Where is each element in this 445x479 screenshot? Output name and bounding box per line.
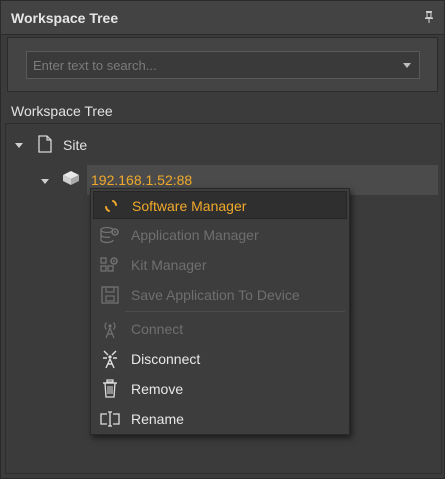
tree-node-site[interactable]: Site [13, 132, 313, 158]
tree-header-label: Workspace Tree [11, 103, 113, 119]
menu-separator [125, 311, 345, 312]
antenna-icon [104, 322, 116, 339]
context-menu: Software Manager Application Manager Kit… [90, 188, 350, 435]
save-icon [101, 286, 119, 304]
menu-item-kit-manager[interactable]: Kit Manager [93, 251, 347, 279]
device-label: 192.168.1.52:88 [91, 172, 193, 188]
pin-icon[interactable] [424, 11, 434, 23]
menu-item-application-manager[interactable]: Application Manager [93, 221, 347, 249]
rename-icon [100, 411, 120, 427]
panel-title: Workspace Tree [11, 10, 119, 26]
loading-icon [105, 200, 117, 212]
menu-item-connect[interactable]: Connect [93, 315, 347, 343]
grid-gear-icon [100, 257, 118, 272]
menu-item-label: Rename [131, 411, 184, 427]
menu-item-label: Save Application To Device [131, 287, 300, 303]
database-gear-icon [100, 226, 119, 244]
menu-item-software-manager[interactable]: Software Manager [93, 191, 347, 219]
menu-item-label: Kit Manager [131, 257, 207, 273]
trash-icon [103, 379, 117, 398]
menu-item-remove[interactable]: Remove [93, 375, 347, 403]
menu-item-save-application[interactable]: Save Application To Device [93, 281, 347, 309]
device-icon [63, 171, 79, 185]
site-label: Site [63, 137, 88, 153]
panel-title-bar: Workspace Tree [1, 1, 444, 35]
search-input[interactable] [27, 52, 397, 78]
chevron-down-icon[interactable] [403, 63, 411, 68]
workspace-tree-panel: Workspace Tree Workspace Tree Site [0, 0, 445, 479]
tree-header: Workspace Tree [5, 97, 442, 124]
menu-item-label: Connect [131, 321, 184, 337]
menu-item-label: Remove [131, 381, 184, 397]
document-icon [38, 135, 52, 153]
expand-arrow-icon[interactable] [41, 179, 49, 184]
menu-item-disconnect[interactable]: Disconnect [93, 345, 347, 373]
search-box[interactable] [26, 51, 420, 79]
menu-item-label: Software Manager [132, 198, 247, 214]
disconnect-antenna-icon [103, 350, 117, 369]
menu-item-rename[interactable]: Rename [93, 405, 347, 433]
expand-arrow-icon[interactable] [15, 143, 23, 148]
search-container [7, 37, 438, 92]
menu-item-label: Disconnect [131, 351, 201, 367]
menu-item-label: Application Manager [131, 227, 259, 243]
